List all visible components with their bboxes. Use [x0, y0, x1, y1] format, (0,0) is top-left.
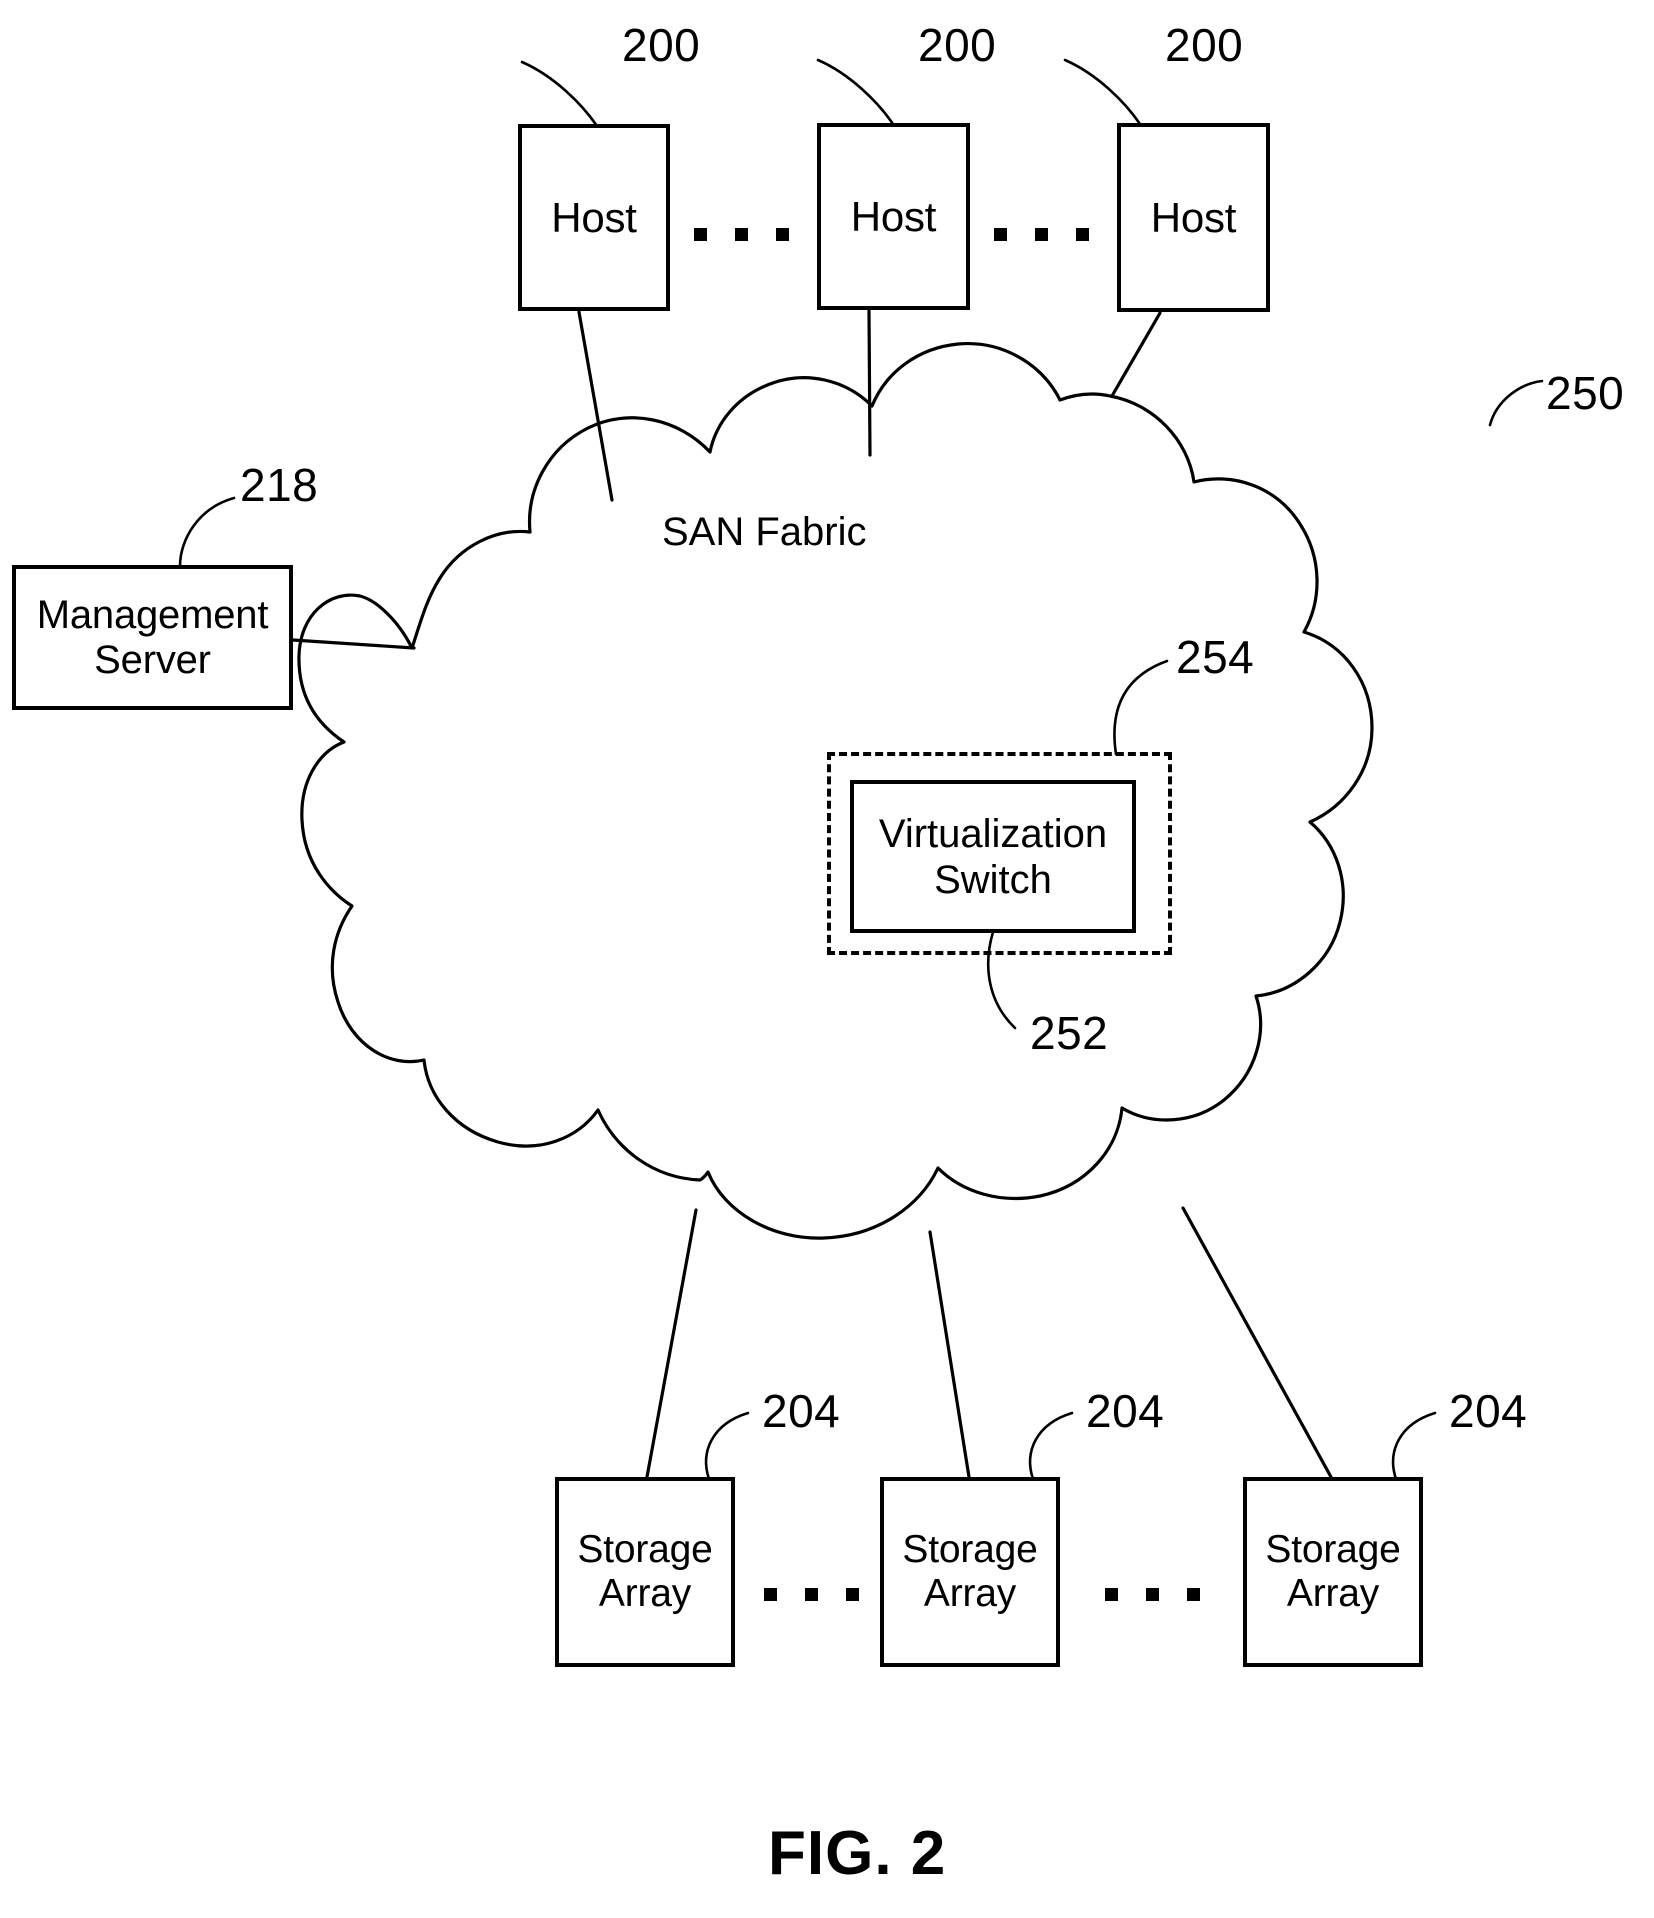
connector-fabric-to-storage1 [645, 1208, 698, 1479]
host-box-3[interactable]: Host [1117, 123, 1270, 312]
host-box-2-label: Host [850, 192, 937, 240]
ref-numeral-254: 254 [1176, 631, 1255, 683]
patent-figure: Host Host Host 200 200 200 Management Se… [0, 0, 1654, 1918]
virtualization-switch-box[interactable]: Virtualization Switch [850, 780, 1136, 933]
leader-ref-218 [178, 496, 236, 568]
ellipsis-dot [1146, 1588, 1159, 1601]
ref-numeral-252: 252 [1030, 1007, 1109, 1059]
leader-ref-204-storage3 [1391, 1411, 1437, 1481]
connector-fabric-to-storage3 [1181, 1206, 1333, 1479]
virtualization-switch-label: Virtualization Switch [878, 811, 1108, 902]
hosts-ellipsis-1 [694, 228, 789, 241]
ref-numeral-204-storage2: 204 [1086, 1385, 1165, 1437]
ellipsis-dot [846, 1588, 859, 1601]
ref-numeral-204-storage1: 204 [762, 1385, 841, 1437]
storage-ellipsis-2 [1105, 1588, 1200, 1601]
hosts-ellipsis-2 [994, 228, 1089, 241]
ellipsis-dot [776, 228, 789, 241]
connector-host2-to-fabric [867, 309, 872, 457]
ref-numeral-218: 218 [240, 459, 319, 511]
storage-array-3-label: Storage Array [1265, 1528, 1401, 1615]
storage-array-2-label: Storage Array [902, 1528, 1038, 1615]
management-server-label: Management Server [36, 592, 269, 682]
ref-numeral-204-storage3: 204 [1449, 1385, 1528, 1437]
host-box-2[interactable]: Host [817, 123, 970, 310]
connector-host3-to-fabric [1110, 311, 1162, 398]
ellipsis-dot [805, 1588, 818, 1601]
host-box-3-label: Host [1150, 193, 1237, 241]
san-fabric-title: SAN Fabric [662, 510, 867, 554]
storage-array-1-label: Storage Array [577, 1528, 713, 1615]
leader-ref-200-host3 [1063, 58, 1142, 126]
storage-array-box-3[interactable]: Storage Array [1243, 1477, 1423, 1667]
figure-caption: FIG. 2 [768, 1819, 947, 1888]
ellipsis-dot [1076, 228, 1089, 241]
storage-array-box-2[interactable]: Storage Array [880, 1477, 1060, 1667]
ref-numeral-200-host1: 200 [622, 19, 701, 71]
storage-ellipsis-1 [764, 1588, 859, 1601]
host-box-1[interactable]: Host [518, 124, 670, 311]
leader-ref-250 [1488, 379, 1544, 427]
ellipsis-dot [735, 228, 748, 241]
ellipsis-dot [694, 228, 707, 241]
ref-numeral-250: 250 [1546, 367, 1625, 419]
ellipsis-dot [994, 228, 1007, 241]
ellipsis-dot [1035, 228, 1048, 241]
ref-numeral-200-host2: 200 [918, 19, 997, 71]
leader-ref-200-host2 [816, 58, 895, 126]
ref-numeral-200-host3: 200 [1165, 19, 1244, 71]
leader-ref-204-storage1 [704, 1411, 750, 1481]
storage-array-box-1[interactable]: Storage Array [555, 1477, 735, 1667]
management-server-box[interactable]: Management Server [12, 565, 293, 710]
ellipsis-dot [764, 1588, 777, 1601]
ellipsis-dot [1187, 1588, 1200, 1601]
connector-fabric-to-storage2 [928, 1230, 971, 1479]
host-box-1-label: Host [551, 193, 637, 241]
leader-ref-200-host1 [520, 60, 599, 128]
leader-ref-204-storage2 [1028, 1411, 1074, 1481]
ellipsis-dot [1105, 1588, 1118, 1601]
